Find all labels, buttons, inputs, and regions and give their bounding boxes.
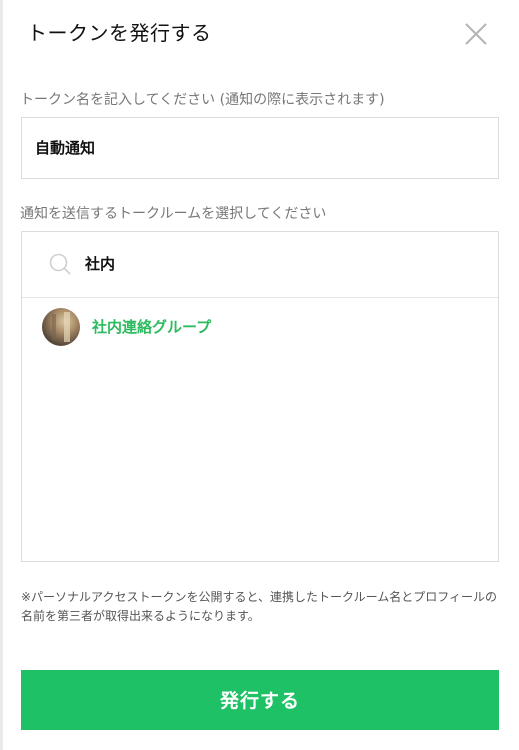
issue-token-button[interactable]: 発行する — [21, 670, 499, 730]
room-avatar — [42, 308, 80, 346]
room-search-input[interactable]: 社内 — [85, 253, 115, 274]
room-select-box: 社内 社内連絡グループ — [21, 231, 499, 562]
room-name: 社内連絡グループ — [92, 318, 212, 336]
search-icon — [48, 252, 72, 276]
room-search-field[interactable]: 社内 — [22, 232, 498, 298]
privacy-notice: ※パーソナルアクセストークンを公開すると、連携したトークルーム名とプロフィールの… — [21, 590, 498, 623]
token-name-label: トークン名を記入してください (通知の際に表示されます) — [20, 92, 385, 108]
room-select-label: 通知を送信するトークルームを選択してください — [20, 206, 327, 222]
close-icon[interactable] — [462, 20, 490, 48]
token-dialog: トークンを発行する トークン名を記入してください (通知の際に表示されます) 自… — [0, 0, 519, 750]
dialog-left-edge — [0, 0, 3, 750]
token-name-input[interactable]: 自動通知 — [21, 117, 499, 179]
room-list-item[interactable]: 社内連絡グループ — [22, 298, 498, 358]
dialog-title: トークンを発行する — [27, 21, 212, 45]
